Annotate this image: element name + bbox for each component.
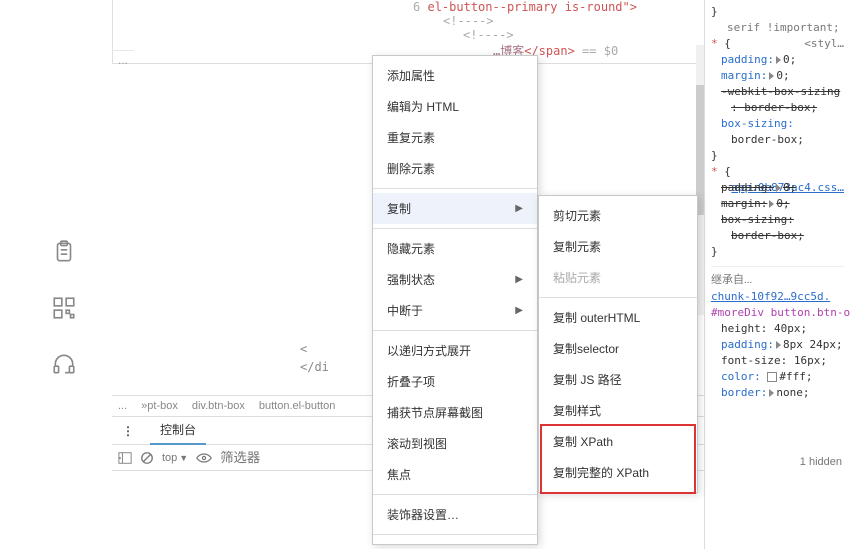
color-swatch[interactable] [767,372,777,382]
overflow-ellipsis: ... [112,50,134,69]
breadcrumb-item[interactable]: »pt-box [141,400,178,412]
clipboard-icon[interactable] [42,230,86,274]
prop[interactable]: height: 40px; [711,321,844,337]
submenu-paste: 粘贴元素 [539,262,697,293]
menu-delete[interactable]: 删除元素 [373,153,537,184]
submenu-copy-xpath[interactable]: 复制 XPath [539,426,697,457]
context-menu-primary: 添加属性 编辑为 HTML 重复元素 删除元素 复制▶ 隐藏元素 强制状态▶ 中… [372,55,538,545]
menu-scroll-into-view[interactable]: 滚动到视图 [373,428,537,459]
menu-break-on[interactable]: 中断于▶ [373,295,537,326]
menu-focus[interactable]: 焦点 [373,459,537,490]
clear-console-icon[interactable] [140,451,154,465]
style-line: } [711,4,844,20]
hidden-count[interactable]: 1 hidden [800,456,842,468]
comment2: <!----> [463,28,514,42]
prop-struck[interactable]: -webkit-box-sizing [721,85,840,98]
stylesheet-link[interactable]: chunk-10f92…9cc5d. [711,289,844,305]
code-attr: el-button--primary is-round"> [427,0,637,14]
breadcrumb-item[interactable]: div.btn-box [192,400,245,412]
line-num: 6 [413,0,420,14]
qr-icon[interactable] [42,286,86,330]
chevron-right-icon: ▶ [515,203,523,214]
console-more-button[interactable]: ⋮ [118,424,140,438]
headset-icon[interactable] [42,342,86,386]
menu-hide[interactable]: 隐藏元素 [373,233,537,264]
menu-force-state[interactable]: 强制状态▶ [373,264,537,295]
menu-copy-submenu[interactable]: 复制▶ [373,193,537,224]
tab-console[interactable]: 控制台 [150,416,206,445]
eq0: == $0 [582,44,618,58]
context-menu-copy-submenu: 剪切元素 复制元素 粘贴元素 复制 outerHTML 复制selector 复… [538,195,698,493]
inherited-from-label: 继承自... [711,266,844,287]
menu-add-attribute[interactable]: 添加属性 [373,60,537,91]
chevron-right-icon: ▶ [515,274,523,285]
left-icon-bar [42,230,86,398]
close-div-partial: </di [300,360,329,374]
selector[interactable]: #moreDiv button.btn-outline-danger { [711,305,844,321]
menu-collapse-children[interactable]: 折叠子项 [373,366,537,397]
prop[interactable]: padding: [721,338,774,351]
submenu-cut[interactable]: 剪切元素 [539,200,697,231]
submenu-copy-outerhtml[interactable]: 复制 outerHTML [539,302,697,333]
breadcrumb-more[interactable]: ... [118,400,127,412]
menu-duplicate[interactable]: 重复元素 [373,122,537,153]
comment1: <!----> [443,14,494,28]
chevron-right-icon: ▶ [515,305,523,316]
menu-edit-html[interactable]: 编辑为 HTML [373,91,537,122]
style-line: serif !important; [711,20,844,36]
prop[interactable]: padding: [721,53,774,66]
prop[interactable]: font-size: 16px; [711,353,844,369]
brace: { [724,37,731,50]
submenu-copy-selector[interactable]: 复制selector [539,333,697,364]
context-selector[interactable]: top ▼ [162,452,188,464]
menu-expand-recursive[interactable]: 以递归方式展开 [373,335,537,366]
breadcrumb-item[interactable]: button.el-button [259,400,335,412]
submenu-copy-styles[interactable]: 复制样式 [539,395,697,426]
prop[interactable]: margin: [721,69,767,82]
filter-input[interactable] [220,450,280,465]
source-link[interactable]: <styl… [804,36,844,52]
submenu-copy-jspath[interactable]: 复制 JS 路径 [539,364,697,395]
menu-capture-screenshot[interactable]: 捕获节点屏幕截图 [373,397,537,428]
submenu-copy-full-xpath[interactable]: 复制完整的 XPath [539,457,697,488]
selector: * [711,37,718,50]
live-expression-icon[interactable] [196,452,212,464]
prop[interactable]: box-sizing: [721,117,794,130]
submenu-copy-element[interactable]: 复制元素 [539,231,697,262]
pane-toggle-icon[interactable] [118,451,132,465]
menu-decorator-settings[interactable]: 装饰器设置… [373,499,537,530]
